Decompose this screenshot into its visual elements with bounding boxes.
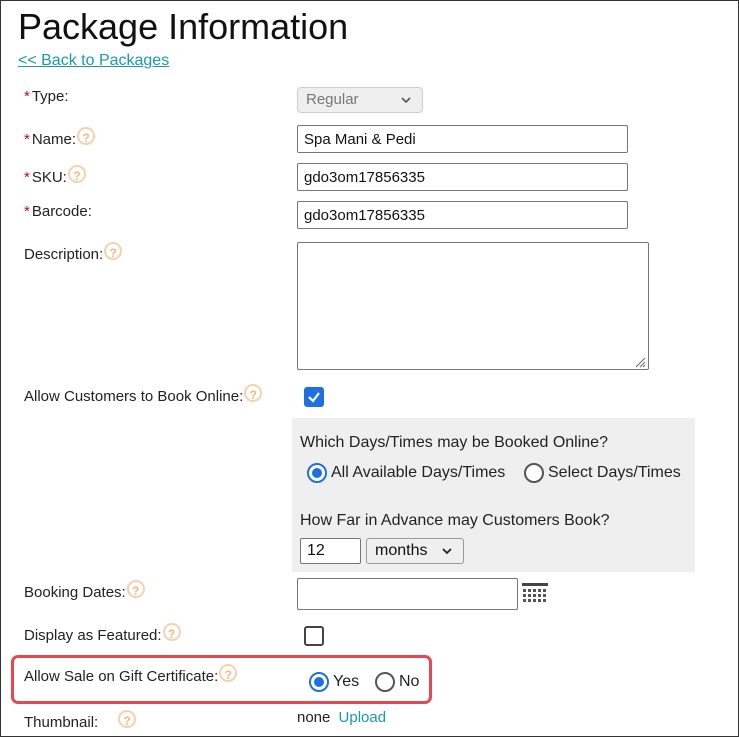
barcode-input[interactable]: [297, 201, 628, 229]
radio-gift-yes[interactable]: [309, 672, 329, 692]
advance-value-input[interactable]: [300, 538, 361, 564]
option-all-label: All Available Days/Times: [331, 464, 506, 481]
description-label: Description:?: [24, 242, 123, 264]
required-mark: *: [24, 131, 30, 148]
checkmark-icon: [308, 392, 320, 403]
days-radio-select[interactable]: Select Days/Times: [524, 463, 681, 483]
thumbnail-value: none Upload: [297, 709, 386, 727]
name-label: * Name:?: [24, 127, 96, 149]
help-icon[interactable]: ?: [118, 710, 137, 729]
required-mark: *: [24, 88, 30, 105]
gift-yes-option[interactable]: Yes: [309, 672, 359, 692]
help-icon[interactable]: ?: [244, 384, 263, 403]
featured-label-text: Display as Featured:: [24, 627, 162, 644]
days-question: Which Days/Times may be Booked Online?: [300, 434, 608, 451]
gift-certificate-label-text: Allow Sale on Gift Certificate:: [24, 668, 219, 685]
radio-gift-no[interactable]: [375, 672, 395, 692]
book-online-label-text: Allow Customers to Book Online:: [24, 388, 244, 405]
description-textarea[interactable]: [297, 242, 649, 370]
sku-label: * SKU:?: [24, 165, 86, 187]
sku-label-text: SKU:: [31, 169, 67, 186]
featured-label: Display as Featured:?: [24, 623, 181, 645]
barcode-label: * Barcode:: [24, 203, 92, 221]
gift-no-option[interactable]: No: [375, 672, 419, 692]
chevron-down-icon: [400, 88, 412, 120]
radio-all-days[interactable]: [307, 463, 327, 483]
barcode-label-text: Barcode:: [31, 203, 92, 220]
required-mark: *: [24, 169, 30, 186]
sku-input[interactable]: [297, 163, 628, 191]
gift-yes-label: Yes: [333, 673, 360, 690]
booking-dates-label-text: Booking Dates:: [24, 584, 126, 601]
advance-question: How Far in Advance may Customers Book?: [300, 512, 610, 529]
days-radio-all[interactable]: All Available Days/Times: [307, 463, 505, 483]
type-select-value: Regular: [306, 91, 359, 108]
back-to-packages-link[interactable]: << Back to Packages: [18, 52, 169, 70]
required-mark: *: [24, 203, 30, 220]
calendar-icon[interactable]: [521, 582, 549, 606]
book-online-checkbox[interactable]: [304, 387, 324, 407]
help-icon[interactable]: ?: [126, 580, 145, 599]
featured-checkbox[interactable]: [304, 626, 324, 646]
help-icon[interactable]: ?: [77, 127, 96, 146]
type-label-text: Type:: [31, 88, 69, 105]
thumbnail-none: none: [297, 709, 331, 726]
name-input[interactable]: [297, 125, 628, 153]
online-booking-panel: Which Days/Times may be Booked Online? A…: [292, 418, 695, 572]
booking-dates-input[interactable]: [297, 578, 518, 610]
book-online-label: Allow Customers to Book Online:?: [24, 384, 263, 406]
gift-no-label: No: [399, 673, 420, 690]
resize-grip-icon[interactable]: [634, 355, 646, 368]
type-select[interactable]: Regular: [297, 87, 423, 113]
option-select-label: Select Days/Times: [548, 464, 681, 481]
advance-unit-select[interactable]: months: [366, 538, 464, 564]
type-label: * Type:: [24, 88, 69, 106]
advance-unit-value: months: [375, 542, 428, 559]
description-label-text: Description:: [24, 246, 104, 263]
help-icon[interactable]: ?: [162, 623, 181, 642]
booking-dates-label: Booking Dates:?: [24, 580, 145, 602]
thumbnail-label: Thumbnail:?: [24, 710, 137, 732]
page-title: Package Information: [18, 6, 349, 47]
help-icon[interactable]: ?: [219, 664, 238, 683]
help-icon[interactable]: ?: [67, 165, 86, 184]
name-label-text: Name:: [31, 131, 77, 148]
upload-link[interactable]: Upload: [339, 709, 387, 726]
gift-certificate-label: Allow Sale on Gift Certificate:?: [24, 664, 238, 686]
thumbnail-label-text: Thumbnail:: [24, 714, 99, 731]
chevron-down-icon: [441, 539, 453, 571]
radio-select-days[interactable]: [524, 463, 544, 483]
help-icon[interactable]: ?: [104, 242, 123, 261]
